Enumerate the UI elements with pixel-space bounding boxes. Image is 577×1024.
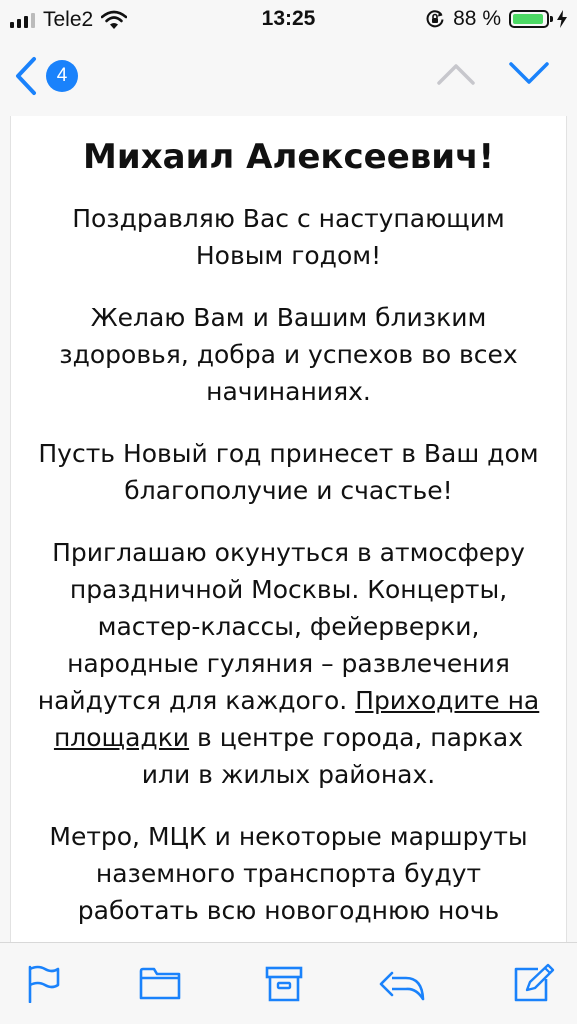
reply-icon[interactable] [378,965,426,1003]
flag-icon[interactable] [26,965,62,1003]
greeting-heading: Михаил Алексеевич! [83,137,494,177]
paragraph-transport: Метро, МЦК и некоторые маршруты наземног… [49,822,528,925]
back-button[interactable]: 4 [14,56,78,96]
battery-percent: 88 % [453,7,501,30]
nav-bar: 4 [0,38,577,116]
battery-icon [509,10,553,28]
orientation-lock-icon [426,10,444,28]
previous-message-button[interactable] [436,62,476,86]
invitation-text-end: в центре города, парках или в жилых райо… [141,723,524,789]
charging-bolt-icon [557,10,567,28]
status-bar: Tele2 13:25 88 % [0,0,577,38]
message-body[interactable]: Михаил Алексеевич! Поздравляю Вас с наст… [10,116,567,942]
status-right: 88 % [425,7,567,31]
paragraph-happiness: Пусть Новый год принесет в Ваш дом благо… [38,439,539,505]
next-message-button[interactable] [508,60,550,86]
battery-fill [513,14,543,24]
chevron-down-icon [509,62,549,84]
archive-icon[interactable] [265,965,303,1003]
chevron-up-icon [437,64,475,85]
bottom-toolbar [0,942,577,1024]
back-chevron-icon [16,57,36,95]
folder-icon[interactable] [139,965,181,1001]
paragraph-congrats: Поздравляю Вас с наступающим Новым годом… [72,204,505,270]
paragraph-wishes: Желаю Вам и Вашим близким здоровья, добр… [59,303,518,406]
unread-count-badge: 4 [46,60,78,92]
compose-icon[interactable] [512,963,556,1003]
paragraph-invitation: Приглашаю окунуться в атмосферу празднич… [35,534,542,793]
